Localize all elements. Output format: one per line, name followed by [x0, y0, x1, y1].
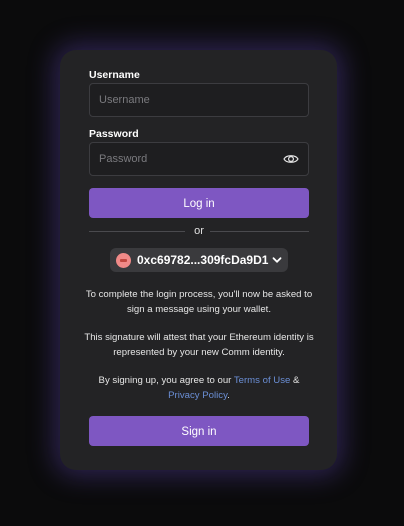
terms-of-use-link[interactable]: Terms of Use: [234, 375, 291, 386]
password-label: Password: [89, 128, 139, 140]
username-label: Username: [89, 69, 140, 81]
privacy-policy-link[interactable]: Privacy Policy: [168, 390, 227, 401]
login-card: Username Password Log in or 0xc69782...3…: [60, 50, 337, 470]
wallet-avatar: [116, 252, 131, 268]
login-button[interactable]: Log in: [89, 188, 309, 218]
sign-in-button[interactable]: Sign in: [89, 416, 309, 446]
or-text: or: [89, 224, 309, 238]
username-input[interactable]: [90, 84, 308, 116]
chevron-down-icon: [272, 257, 282, 263]
login-process-text: To complete the login process, you'll no…: [85, 289, 313, 315]
wallet-address: 0xc69782...309fcDa9D1: [137, 253, 269, 267]
password-field-container: [89, 142, 309, 176]
wallet-selector-button[interactable]: 0xc69782...309fcDa9D1: [110, 248, 288, 272]
terms-text: By signing up, you agree to our Terms of…: [98, 375, 300, 401]
password-input[interactable]: [90, 143, 308, 175]
username-field-container: [89, 83, 309, 117]
or-divider: or: [89, 224, 309, 238]
eye-icon[interactable]: [283, 151, 299, 167]
signature-attestation-text: This signature will attest that your Eth…: [84, 332, 314, 358]
